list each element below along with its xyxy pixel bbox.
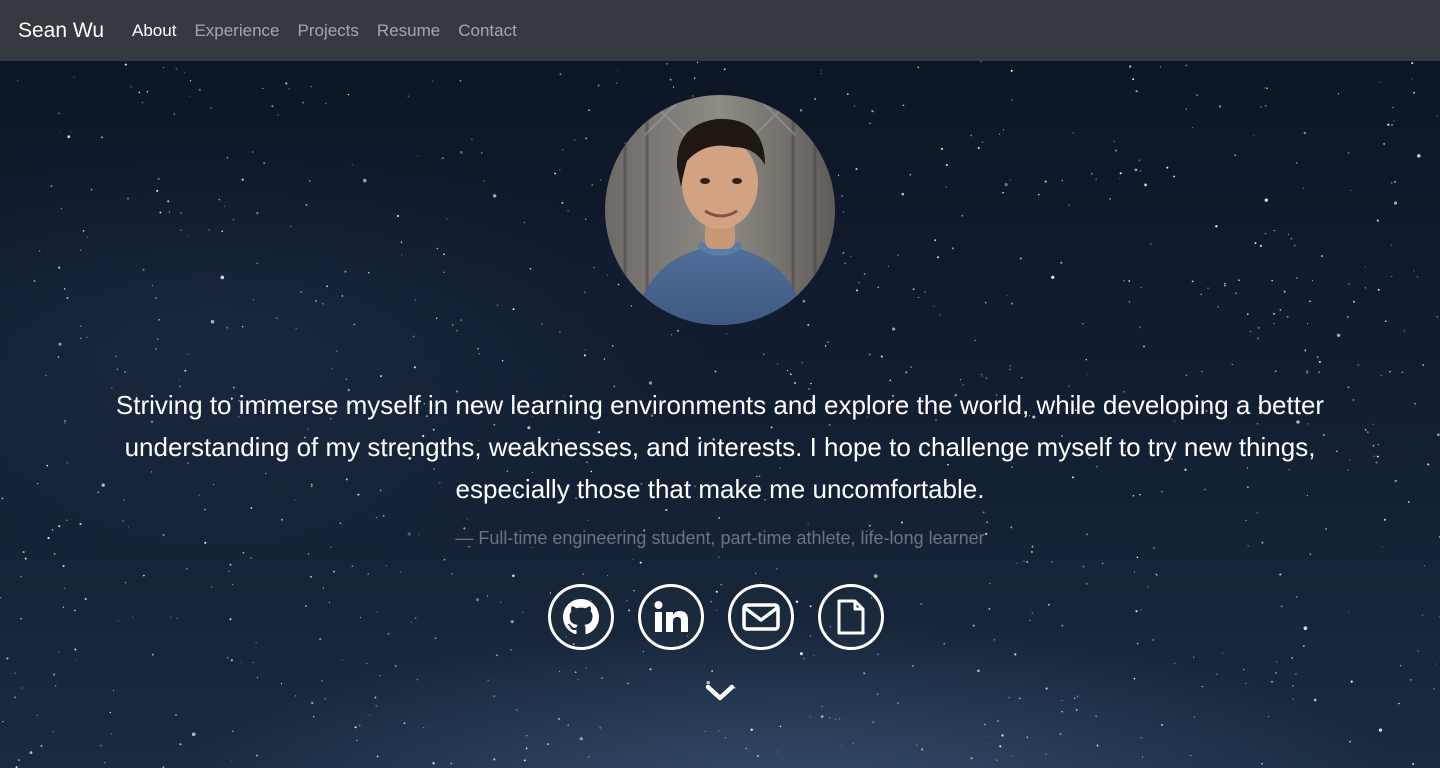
navbar: Sean Wu About Experience Projects Resume…: [0, 0, 1440, 61]
nav-link-projects[interactable]: Projects: [298, 21, 359, 41]
nav-link-contact[interactable]: Contact: [458, 21, 517, 41]
linkedin-icon: [654, 601, 688, 632]
github-icon: [563, 599, 599, 635]
resume-button[interactable]: [818, 584, 884, 650]
profile-photo: [605, 95, 835, 325]
nav-link-about[interactable]: About: [132, 21, 176, 41]
github-button[interactable]: [548, 584, 614, 650]
intro-quote-line: Striving to immerse myself in new learni…: [115, 390, 1325, 420]
intro-quote-line: especially those that make me uncomforta…: [455, 474, 985, 504]
quote-attribution: — Full-time engineering student, part-ti…: [455, 528, 985, 548]
avatar: [605, 95, 835, 325]
hero-section: Striving to immerse myself in new learni…: [0, 61, 1440, 768]
intro-quote: Striving to immerse myself in new learni…: [90, 384, 1350, 510]
social-links: [548, 584, 884, 650]
nav-link-experience[interactable]: Experience: [194, 21, 279, 41]
intro-quote-line: understanding of my strengths, weaknesse…: [124, 432, 1316, 462]
brand-link[interactable]: Sean Wu: [18, 19, 104, 43]
nav-link-resume[interactable]: Resume: [377, 21, 440, 41]
linkedin-button[interactable]: [638, 584, 704, 650]
email-button[interactable]: [728, 584, 794, 650]
chevron-down-icon[interactable]: [704, 681, 736, 705]
envelope-icon: [742, 603, 780, 631]
document-icon: [837, 599, 865, 635]
